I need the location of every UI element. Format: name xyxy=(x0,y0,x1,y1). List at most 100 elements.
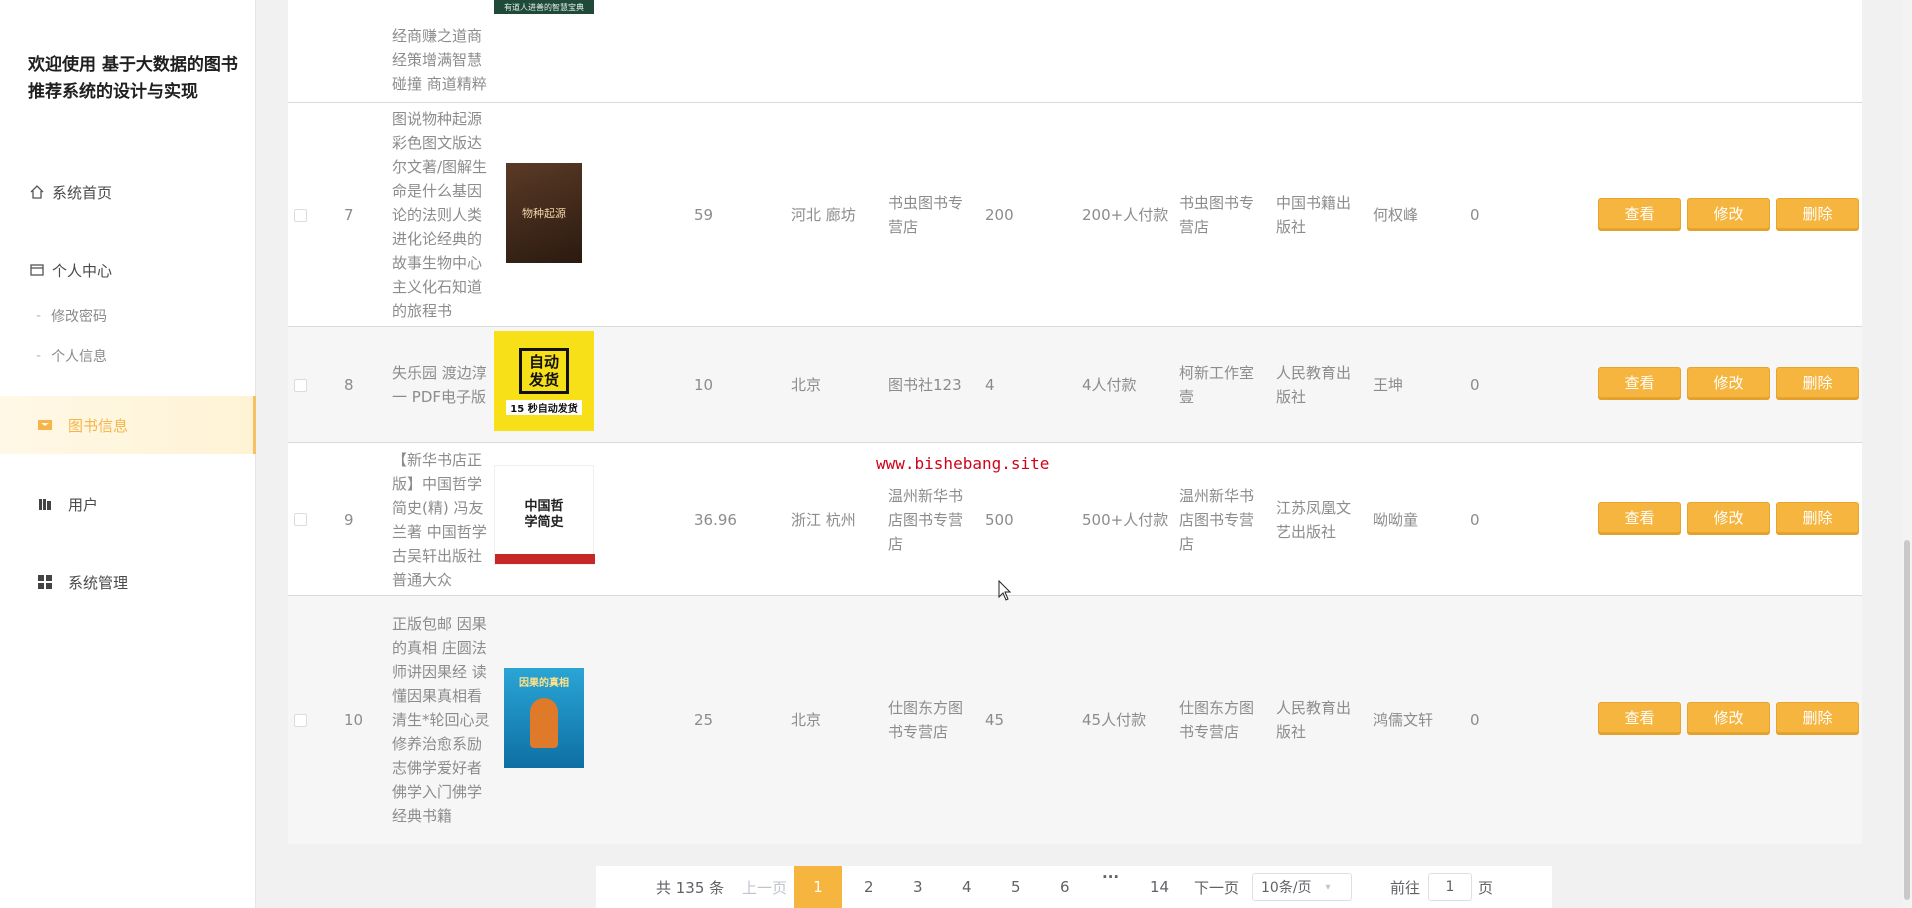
row-index: 10 xyxy=(344,711,364,729)
page-size-select[interactable]: 10条/页 ▾ xyxy=(1252,873,1352,901)
page-2[interactable]: 2 xyxy=(864,866,874,908)
book-name: 图说物种起源彩色图文版达尔文著/图解生命是什么基因论的法则人类进化论经典的故事生… xyxy=(392,110,488,320)
edit-button[interactable]: 修改 xyxy=(1687,502,1770,533)
scrollbar-thumb[interactable] xyxy=(1904,540,1910,900)
book-publisher: 人民教育出版社 xyxy=(1276,364,1352,406)
view-button[interactable]: 查看 xyxy=(1598,702,1681,733)
view-button[interactable]: 查看 xyxy=(1598,502,1681,533)
prev-page-button[interactable]: 上一页 xyxy=(742,866,787,908)
book-cover: 物种起源 xyxy=(506,163,582,263)
book-paid: 500+人付款 xyxy=(1082,510,1169,529)
nav-personal-info-label: 个人信息 xyxy=(51,349,108,365)
book-name: 正版包邮 因果的真相 庄圆法师讲因果经 读懂因果真相看清生*轮回心灵修养治愈系励… xyxy=(392,615,490,825)
book-cover: 中国哲学简史 xyxy=(494,465,595,565)
table-row: 经商赚之道商经策增满智慧碰撞 商道精粹 有道人进善的智慧宝典 xyxy=(288,0,1862,103)
nav-change-password-label: 修改密码 xyxy=(51,309,108,325)
nav-change-password[interactable]: - 修改密码 xyxy=(0,298,256,334)
page-5[interactable]: 5 xyxy=(1011,866,1021,908)
book-publisher: 中国书籍出版社 xyxy=(1276,194,1352,236)
book-location: 河北 廊坊 xyxy=(791,206,856,224)
row-actions: 查看 修改 删除 xyxy=(1598,702,1859,733)
delete-button[interactable]: 删除 xyxy=(1776,198,1859,229)
row-checkbox[interactable] xyxy=(294,596,308,844)
table-row: 9 【新华书店正版】中国哲学简史(精) 冯友兰著 中国哲学古吴轩出版社普通大众 … xyxy=(288,443,1862,596)
book-clicks: 0 xyxy=(1470,711,1480,729)
goto-page-input[interactable]: 1 xyxy=(1428,873,1472,901)
delete-button[interactable]: 删除 xyxy=(1776,367,1859,398)
pagination: 共 135 条 上一页 1 2 3 4 5 6 ··· 14 下一页 10条/页… xyxy=(596,866,1552,908)
vertical-scrollbar[interactable] xyxy=(1902,0,1912,908)
book-cover: 因果的真相 xyxy=(504,668,584,768)
page-3[interactable]: 3 xyxy=(913,866,923,908)
book-icon xyxy=(36,416,54,434)
book-author: 鸿儒文轩 xyxy=(1373,711,1434,729)
view-button[interactable]: 查看 xyxy=(1598,198,1681,229)
row-index: 7 xyxy=(344,206,354,224)
row-checkbox[interactable] xyxy=(294,443,308,596)
book-name: 经商赚之道商经策增满智慧碰撞 商道精粹 xyxy=(392,27,487,93)
row-actions: 查看 修改 删除 xyxy=(1598,367,1859,398)
table-row: 10 正版包邮 因果的真相 庄圆法师讲因果经 读懂因果真相看清生*轮回心灵修养治… xyxy=(288,596,1862,844)
nav-personal-center[interactable]: 个人中心 xyxy=(0,242,256,298)
row-index: 9 xyxy=(344,510,354,529)
book-author: 王坤 xyxy=(1373,376,1404,394)
pagination-ellipsis[interactable]: ··· xyxy=(1102,856,1119,898)
users-icon xyxy=(36,495,54,513)
book-clicks: 0 xyxy=(1470,510,1480,529)
book-cover: 有道人进善的智慧宝典 xyxy=(494,0,594,14)
nav-home-label: 系统首页 xyxy=(52,183,113,202)
edit-button[interactable]: 修改 xyxy=(1687,702,1770,733)
book-cover: 自动发货 15 秒自动发货 xyxy=(494,331,594,431)
row-checkbox[interactable] xyxy=(294,327,308,443)
book-clicks: 0 xyxy=(1470,206,1480,224)
nav-book-info-label: 图书信息 xyxy=(68,416,129,435)
book-name: 失乐园 渡边淳一 PDF电子版 xyxy=(392,364,487,406)
book-clicks: 0 xyxy=(1470,376,1480,394)
book-publisher: 江苏凤凰文艺出版社 xyxy=(1276,498,1352,541)
next-page-button[interactable]: 下一页 xyxy=(1194,866,1239,908)
nav-personal-center-label: 个人中心 xyxy=(52,261,113,280)
row-actions: 查看 修改 删除 xyxy=(1598,502,1859,533)
book-stock: 200 xyxy=(985,206,1014,224)
page-last[interactable]: 14 xyxy=(1150,866,1169,908)
page-1[interactable]: 1 xyxy=(794,866,842,908)
edit-button[interactable]: 修改 xyxy=(1687,367,1770,398)
view-button[interactable]: 查看 xyxy=(1598,367,1681,398)
page-4[interactable]: 4 xyxy=(962,866,972,908)
sidebar: 欢迎使用 基于大数据的图书推荐系统的设计与实现 系统首页 个人中心 - 修改密码… xyxy=(0,0,256,908)
book-location: 北京 xyxy=(791,376,822,394)
nav-book-info[interactable]: 图书信息 xyxy=(0,396,256,454)
nav-home[interactable]: 系统首页 xyxy=(0,164,256,220)
nav-users[interactable]: 用户 xyxy=(0,476,256,532)
main-content: 经商赚之道商经策增满智慧碰撞 商道精粹 有道人进善的智慧宝典 7 图说物种起源彩… xyxy=(256,0,1912,908)
nav-personal-info[interactable]: - 个人信息 xyxy=(0,338,256,374)
row-checkbox[interactable] xyxy=(294,103,308,327)
book-location: 浙江 杭州 xyxy=(791,510,856,529)
book-name: 【新华书店正版】中国哲学简史(精) 冯友兰著 中国哲学古吴轩出版社普通大众 xyxy=(392,450,487,589)
book-seller: 温州新华书店图书专营店 xyxy=(1179,486,1255,553)
delete-button[interactable]: 删除 xyxy=(1776,702,1859,733)
window-icon xyxy=(28,261,46,279)
page-6[interactable]: 6 xyxy=(1060,866,1070,908)
book-author: 呦呦童 xyxy=(1373,510,1419,529)
book-shop: 书虫图书专营店 xyxy=(888,194,964,236)
book-paid: 4人付款 xyxy=(1082,376,1137,394)
book-shop: 图书社123 xyxy=(888,376,962,394)
book-author: 何权峰 xyxy=(1373,206,1419,224)
app-title: 欢迎使用 基于大数据的图书推荐系统的设计与实现 xyxy=(28,55,238,102)
chevron-down-icon: ▾ xyxy=(1325,881,1331,893)
home-icon xyxy=(28,183,46,201)
book-paid: 45人付款 xyxy=(1082,711,1147,729)
book-price: 10 xyxy=(694,376,714,394)
nav-system-management[interactable]: 系统管理 xyxy=(0,554,256,610)
book-price: 59 xyxy=(694,206,714,224)
book-publisher: 人民教育出版社 xyxy=(1276,699,1352,741)
edit-button[interactable]: 修改 xyxy=(1687,198,1770,229)
delete-button[interactable]: 删除 xyxy=(1776,502,1859,533)
book-price: 25 xyxy=(694,711,714,729)
book-location: 北京 xyxy=(791,711,822,729)
goto-label: 前往 xyxy=(1390,878,1421,897)
book-seller: 柯新工作室壹 xyxy=(1179,364,1255,406)
book-seller: 书虫图书专营店 xyxy=(1179,194,1255,236)
book-shop: 仕图东方图书专营店 xyxy=(888,699,964,741)
